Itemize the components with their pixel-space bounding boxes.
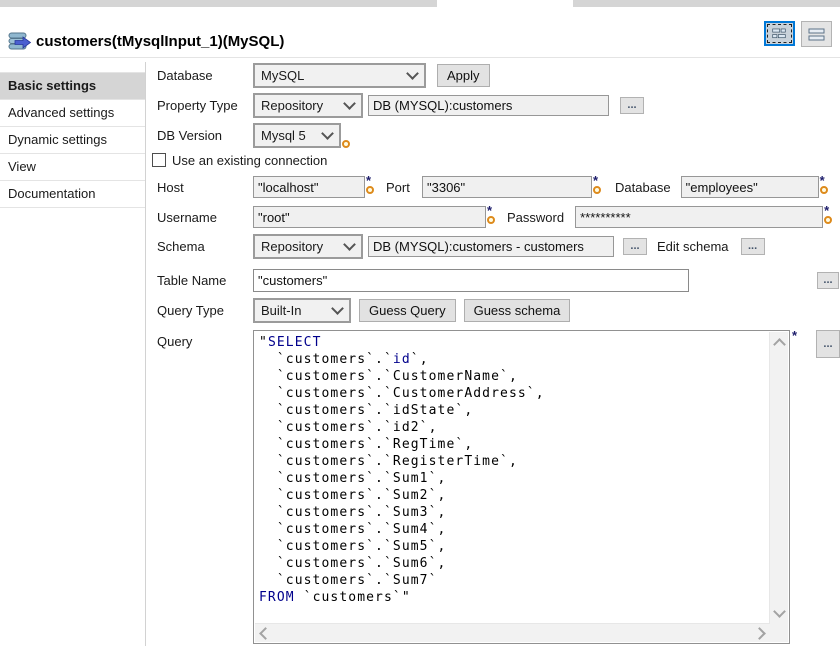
required-marker: * — [792, 330, 797, 340]
hint-lamp-icon — [342, 140, 350, 148]
schema-select[interactable]: Repository — [253, 234, 363, 259]
table-name-browse-button[interactable]: ... — [817, 272, 839, 289]
schema-select-value: Repository — [261, 239, 323, 254]
hint-lamp-icon — [824, 216, 832, 224]
chevron-down-icon — [343, 97, 356, 110]
open-query-editor-button[interactable]: ... — [816, 330, 840, 358]
database-select[interactable]: MySQL — [253, 63, 426, 88]
chevron-down-icon — [406, 67, 419, 80]
page-title: customers(tMysqlInput_1)(MySQL) — [36, 33, 284, 50]
table-view-icon — [808, 28, 826, 41]
database-label: Database — [157, 68, 253, 83]
table-view-toggle-button[interactable] — [801, 21, 832, 47]
password-input[interactable] — [575, 206, 823, 228]
required-marker: * — [487, 205, 492, 215]
query-type-select-value: Built-In — [261, 303, 301, 318]
use-existing-connection-label: Use an existing connection — [172, 153, 327, 168]
edit-schema-label: Edit schema — [657, 239, 729, 254]
scroll-right-icon[interactable] — [753, 627, 766, 640]
host-label: Host — [157, 180, 253, 195]
db-version-select-value: Mysql 5 — [261, 128, 306, 143]
port-label: Port — [386, 180, 414, 195]
schema-label: Schema — [157, 239, 253, 254]
query-label: Query — [157, 330, 253, 349]
property-repository-field[interactable] — [368, 95, 609, 116]
username-input[interactable] — [253, 206, 486, 228]
form-view-icon — [772, 26, 786, 41]
tab-strip-left — [0, 0, 437, 7]
query-editor[interactable]: "SELECT `customers`.`id`, `customers`.`C… — [253, 330, 790, 644]
scroll-up-icon[interactable] — [773, 338, 786, 351]
query-vertical-scrollbar[interactable] — [769, 332, 788, 624]
host-input[interactable] — [253, 176, 365, 198]
settings-category-sidebar: Basic settings Advanced settings Dynamic… — [0, 62, 146, 646]
database-name-label: Database — [615, 180, 671, 195]
property-repository-browse-button[interactable]: ... — [620, 97, 644, 114]
sidebar-item-dynamic-settings[interactable]: Dynamic settings — [0, 127, 145, 154]
required-marker: * — [820, 175, 825, 185]
required-marker: * — [593, 175, 598, 185]
query-type-select[interactable]: Built-In — [253, 298, 351, 323]
database-component-icon — [8, 31, 32, 53]
chevron-down-icon — [321, 127, 334, 140]
hint-lamp-icon — [366, 186, 374, 194]
hint-lamp-icon — [820, 186, 828, 194]
database-select-value: MySQL — [261, 68, 304, 83]
scroll-left-icon[interactable] — [259, 627, 272, 640]
query-horizontal-scrollbar[interactable] — [255, 623, 770, 642]
apply-button[interactable]: Apply — [437, 64, 490, 87]
table-name-label: Table Name — [157, 273, 253, 288]
property-type-select[interactable]: Repository — [253, 93, 363, 118]
tab-strip-right — [573, 0, 840, 7]
db-version-label: DB Version — [157, 128, 253, 143]
sidebar-items: Basic settings Advanced settings Dynamic… — [0, 72, 145, 208]
component-settings-panel: customers(tMysqlInput_1)(MySQL) Basic se… — [0, 0, 840, 646]
sidebar-item-documentation[interactable]: Documentation — [0, 181, 145, 208]
property-type-select-value: Repository — [261, 98, 323, 113]
scrollbar-corner — [770, 624, 788, 642]
port-input[interactable] — [422, 176, 592, 198]
chevron-down-icon — [331, 302, 344, 315]
required-marker: * — [366, 175, 371, 185]
query-type-label: Query Type — [157, 303, 253, 318]
sidebar-item-view[interactable]: View — [0, 154, 145, 181]
sidebar-item-basic-settings[interactable]: Basic settings — [0, 73, 145, 100]
sidebar-item-advanced-settings[interactable]: Advanced settings — [0, 100, 145, 127]
use-existing-connection-checkbox[interactable] — [152, 153, 166, 167]
header-separator — [0, 57, 840, 58]
db-version-select[interactable]: Mysql 5 — [253, 123, 341, 148]
database-name-input[interactable] — [681, 176, 819, 198]
chevron-down-icon — [343, 238, 356, 251]
required-marker: * — [824, 205, 829, 215]
edit-schema-button[interactable]: ... — [741, 238, 765, 255]
form-view-toggle-button[interactable] — [764, 21, 795, 46]
query-text[interactable]: "SELECT `customers`.`id`, `customers`.`C… — [255, 332, 770, 624]
schema-repository-field[interactable] — [368, 236, 614, 257]
table-name-input[interactable] — [253, 269, 689, 292]
guess-query-button[interactable]: Guess Query — [359, 299, 456, 322]
property-type-label: Property Type — [157, 98, 253, 113]
hint-lamp-icon — [487, 216, 495, 224]
username-label: Username — [157, 210, 253, 225]
guess-schema-button[interactable]: Guess schema — [464, 299, 571, 322]
hint-lamp-icon — [593, 186, 601, 194]
schema-repository-browse-button[interactable]: ... — [623, 238, 647, 255]
password-label: Password — [507, 210, 564, 225]
scroll-down-icon[interactable] — [773, 605, 786, 618]
